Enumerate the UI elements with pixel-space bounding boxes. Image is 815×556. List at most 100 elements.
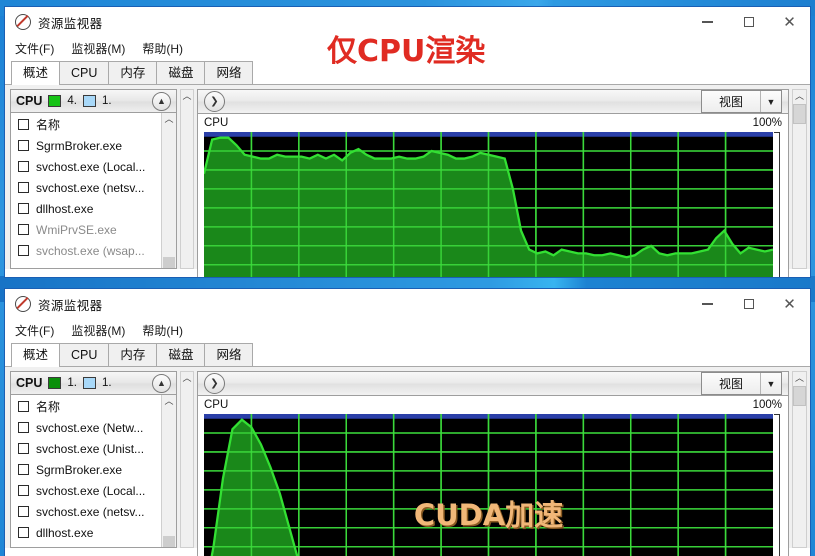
panel-divider-scrollbar-bottom[interactable]: ︿ (180, 371, 194, 548)
process-name: svchost.exe (netsv... (36, 180, 145, 195)
menu-help[interactable]: 帮助(H) (142, 40, 183, 57)
chevron-up-icon[interactable]: ︿ (795, 372, 804, 386)
list-item[interactable]: svchost.exe (Netw... (11, 417, 161, 438)
list-item[interactable]: svchost.exe (wsap... (11, 240, 161, 261)
scrollbar-thumb[interactable] (793, 104, 806, 124)
menubar-bottom: 文件(F) 监视器(M) 帮助(H) (5, 319, 810, 341)
list-item[interactable]: dllhost.exe (11, 198, 161, 219)
select-all-checkbox[interactable] (18, 119, 29, 130)
scrollbar-thumb[interactable] (793, 386, 806, 406)
cpu-panel-header-top[interactable]: CPU 4. 1. ▲ (10, 89, 177, 112)
tab-disk[interactable]: 磁盘 (156, 61, 206, 84)
graph-y-max-label: 100% (752, 399, 782, 411)
list-item[interactable]: dllhost.exe (11, 522, 161, 543)
process-name: SgrmBroker.exe (36, 462, 123, 477)
tab-memory[interactable]: 内存 (108, 343, 158, 366)
scrollbar-thumb[interactable] (163, 536, 175, 547)
row-checkbox[interactable] (18, 182, 29, 193)
tab-overview[interactable]: 概述 (11, 343, 61, 367)
process-list-scrollbar-top[interactable]: ︿ (161, 113, 176, 268)
cpu-graph-panel-bottom: ❯ 视图 ▼ CPU 100% CUDA加速 (197, 371, 789, 556)
chevron-up-icon[interactable]: ︿ (182, 372, 191, 385)
close-button[interactable]: ✕ (769, 289, 810, 319)
tab-cpu[interactable]: CPU (59, 61, 110, 84)
list-item[interactable]: svchost.exe (Local... (11, 156, 161, 177)
close-button[interactable]: ✕ (769, 7, 810, 37)
window-controls-bottom: ✕ (687, 289, 810, 319)
tab-memory[interactable]: 内存 (108, 61, 158, 84)
maximize-button[interactable] (728, 289, 769, 319)
column-header-name: 名称 (36, 400, 61, 414)
chevron-up-icon[interactable]: ▲ (152, 373, 171, 393)
minimize-button[interactable] (687, 289, 728, 319)
chevron-right-icon[interactable]: ❯ (204, 91, 225, 112)
client-area-top: CPU 4. 1. ▲ 名称 SgrmBroker.exe svchost.ex… (5, 85, 810, 277)
select-all-checkbox[interactable] (18, 401, 29, 412)
cpu-graph-box-top: CPU 100% 60 秒 0% (197, 114, 789, 277)
chevron-up-icon[interactable]: ︿ (164, 113, 173, 126)
row-checkbox[interactable] (18, 506, 29, 517)
list-item[interactable]: SgrmBroker.exe (11, 135, 161, 156)
client-area-bottom: CPU 1. 1. ▲ 名称 svchost.exe (Netw... svch… (5, 367, 810, 556)
chevron-up-icon[interactable]: ︿ (795, 90, 804, 104)
list-item[interactable]: svchost.exe (Local... (11, 480, 161, 501)
row-checkbox[interactable] (18, 203, 29, 214)
list-item[interactable]: svchost.exe (netsv... (11, 177, 161, 198)
chevron-down-icon[interactable]: ▼ (760, 91, 781, 112)
chevron-down-icon[interactable]: ▼ (760, 373, 781, 394)
list-item[interactable]: SgrmBroker.exe (11, 459, 161, 480)
window-title: 资源监视器 (38, 16, 103, 31)
tab-network[interactable]: 网络 (204, 61, 254, 84)
cpu-panel-header-bottom[interactable]: CPU 1. 1. ▲ (10, 371, 177, 394)
tab-network[interactable]: 网络 (204, 343, 254, 366)
row-checkbox[interactable] (18, 464, 29, 475)
row-checkbox[interactable] (18, 527, 29, 538)
row-checkbox[interactable] (18, 422, 29, 433)
list-item[interactable]: svchost.exe (netsv... (11, 501, 161, 522)
tab-overview[interactable]: 概述 (11, 61, 61, 85)
row-checkbox[interactable] (18, 140, 29, 151)
process-name: svchost.exe (Local... (36, 483, 146, 498)
graph-y-max-label: 100% (752, 117, 782, 129)
process-list-scrollbar-bottom[interactable]: ︿ (161, 395, 176, 547)
window-scrollbar-bottom[interactable]: ︿ (792, 371, 807, 548)
menu-file[interactable]: 文件(F) (15, 322, 54, 339)
chevron-up-icon[interactable]: ▲ (152, 91, 171, 111)
scrollbar-track[interactable] (162, 408, 176, 536)
row-checkbox[interactable] (18, 443, 29, 454)
chevron-up-icon[interactable]: ︿ (164, 395, 173, 408)
graph-title: CPU (204, 399, 229, 411)
green-legend-swatch (48, 95, 62, 107)
tab-disk[interactable]: 磁盘 (156, 343, 206, 366)
view-button[interactable]: 视图 ▼ (700, 90, 782, 113)
view-button[interactable]: 视图 ▼ (700, 372, 782, 395)
list-item[interactable]: svchost.exe (Unist... (11, 438, 161, 459)
row-checkbox[interactable] (18, 485, 29, 496)
menu-help[interactable]: 帮助(H) (142, 322, 183, 339)
graph-labels-top: CPU 100% (204, 117, 782, 132)
list-header-row[interactable]: 名称 (11, 114, 161, 135)
menu-file[interactable]: 文件(F) (15, 40, 54, 57)
menu-monitor[interactable]: 监视器(M) (71, 40, 125, 57)
scrollbar-track[interactable] (162, 126, 176, 257)
maximize-button[interactable] (728, 7, 769, 37)
cpu-usage-chart-svg-top (204, 132, 773, 277)
row-checkbox[interactable] (18, 161, 29, 172)
menu-monitor[interactable]: 监视器(M) (71, 322, 125, 339)
minimize-button[interactable] (687, 7, 728, 37)
green-legend-swatch (48, 377, 62, 389)
row-checkbox[interactable] (18, 245, 29, 256)
panel-divider-scrollbar-top[interactable]: ︿ (180, 89, 194, 269)
list-item[interactable]: WmiPrvSE.exe (11, 219, 161, 240)
chevron-right-icon[interactable]: ❯ (204, 373, 225, 394)
chevron-up-icon[interactable]: ︿ (182, 90, 191, 103)
window-scrollbar-top[interactable]: ︿ (792, 89, 807, 269)
process-name: svchost.exe (wsap... (36, 243, 145, 258)
scrollbar-thumb[interactable] (163, 257, 175, 268)
tab-cpu[interactable]: CPU (59, 343, 110, 366)
view-button-label: 视图 (718, 377, 743, 391)
row-checkbox[interactable] (18, 224, 29, 235)
cpu-process-panel-top: CPU 4. 1. ▲ 名称 SgrmBroker.exe svchost.ex… (10, 89, 177, 269)
process-name: svchost.exe (Local... (36, 159, 146, 174)
list-header-row[interactable]: 名称 (11, 396, 161, 417)
